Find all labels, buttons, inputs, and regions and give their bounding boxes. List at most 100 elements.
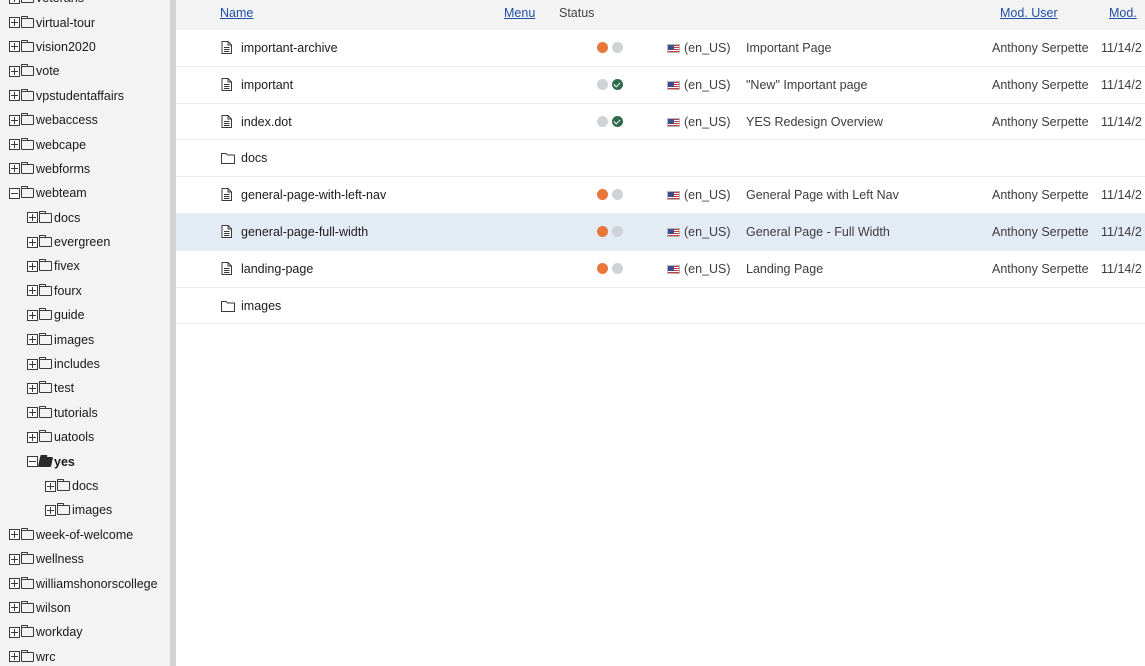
expand-icon[interactable] (9, 578, 20, 590)
tree-item[interactable]: fivex (0, 254, 170, 278)
row-mod-date: 11/14/2 (1101, 114, 1142, 129)
tree-item[interactable]: webteam (0, 181, 170, 205)
tree-item[interactable]: webaccess (0, 108, 170, 132)
status-indicators (597, 225, 623, 237)
row-name-link[interactable]: general-page-full-width (241, 225, 368, 239)
tree-item-label: webteam (36, 186, 87, 201)
expand-icon[interactable] (27, 407, 38, 419)
tree-item[interactable]: docs (0, 474, 170, 498)
table-row[interactable]: important (en_US) "New" Important page Anth… (176, 67, 1145, 104)
expand-icon[interactable] (27, 382, 38, 394)
expand-icon[interactable] (27, 431, 38, 443)
expand-icon[interactable] (9, 529, 20, 541)
tree-item[interactable]: uatools (0, 425, 170, 449)
table-row[interactable]: index.dot (en_US) YES Redesign Overview Ant… (176, 104, 1145, 141)
tree-item[interactable]: wellness (0, 547, 170, 571)
table-row[interactable]: docs (176, 140, 1145, 178)
tree-item[interactable]: images (0, 327, 170, 351)
tree-item[interactable]: week-of-welcome (0, 523, 170, 547)
row-language: (en_US) (684, 188, 731, 203)
folder-icon (21, 600, 34, 613)
tree-item-label: williamshonorscollege (36, 576, 158, 591)
row-name-link[interactable]: important-archive (241, 41, 338, 55)
row-name-link[interactable]: docs (241, 151, 267, 165)
table-row[interactable]: general-page-full-width (en_US) General Pa… (176, 213, 1145, 251)
table-row[interactable]: landing-page (en_US) Landing Page Anthony S… (176, 251, 1145, 288)
collapse-icon[interactable] (27, 456, 38, 468)
tree-item[interactable]: yes (0, 449, 170, 473)
tree-item[interactable]: tutorials (0, 401, 170, 425)
expand-icon[interactable] (45, 504, 56, 516)
row-name-link[interactable]: index.dot (241, 115, 292, 129)
list-header: Name Menu Status Mod. User Mod. (176, 0, 1145, 30)
expand-icon[interactable] (9, 651, 20, 663)
expand-icon[interactable] (27, 285, 38, 297)
tree-item[interactable]: test (0, 376, 170, 400)
expand-icon[interactable] (9, 626, 20, 638)
row-name-link[interactable]: landing-page (241, 262, 313, 276)
tree-item-label: evergreen (54, 235, 111, 250)
us-flag-icon (667, 80, 680, 90)
expand-icon[interactable] (27, 236, 38, 248)
tree-item[interactable]: docs (0, 206, 170, 230)
expand-icon[interactable] (9, 17, 20, 29)
folder-icon (39, 430, 52, 443)
tree-item[interactable]: vote (0, 59, 170, 83)
tree-item[interactable]: webforms (0, 157, 170, 181)
table-row[interactable]: important-archive (en_US) Important Page An… (176, 30, 1145, 67)
row-mod-user: Anthony Serpette (992, 77, 1089, 92)
expand-icon[interactable] (9, 0, 20, 4)
folder-icon (21, 0, 34, 4)
column-header-menu[interactable]: Menu (504, 6, 535, 20)
table-row[interactable]: general-page-with-left-nav (en_US) General… (176, 177, 1145, 214)
folder-icon (39, 235, 52, 248)
column-header-name[interactable]: Name (220, 6, 253, 20)
expand-icon[interactable] (9, 90, 20, 102)
tree-item[interactable]: virtual-tour (0, 10, 170, 34)
tree-item[interactable]: webcape (0, 132, 170, 156)
expand-icon[interactable] (9, 163, 20, 175)
tree-item[interactable]: vision2020 (0, 35, 170, 59)
expand-icon[interactable] (9, 553, 20, 565)
folder-icon (39, 332, 52, 345)
expand-icon[interactable] (27, 309, 38, 321)
column-header-mod-date[interactable]: Mod. (1109, 6, 1137, 20)
tree-item-label: docs (54, 210, 81, 225)
expand-icon[interactable] (45, 480, 56, 492)
tree-item[interactable]: guide (0, 303, 170, 327)
expand-icon[interactable] (27, 212, 38, 224)
row-name-link[interactable]: general-page-with-left-nav (241, 188, 386, 202)
table-row[interactable]: images (176, 288, 1145, 325)
tree-item[interactable]: fourx (0, 279, 170, 303)
tree-item[interactable]: includes (0, 352, 170, 376)
tree-item[interactable]: williamshonorscollege (0, 571, 170, 595)
tree-item-label: fivex (54, 259, 80, 274)
tree-item[interactable]: wilson (0, 596, 170, 620)
expand-icon[interactable] (27, 358, 38, 370)
tree-item[interactable]: wrc (0, 645, 170, 666)
expand-icon[interactable] (9, 139, 20, 151)
expand-icon[interactable] (27, 334, 38, 346)
expand-icon[interactable] (9, 114, 20, 126)
folder-tree-sidebar: veterans virtual-tour vision2020 vote vpstud… (0, 0, 170, 666)
inactive-status-dot (597, 78, 608, 90)
tree-item[interactable]: vpstudentaffairs (0, 84, 170, 108)
expand-icon[interactable] (9, 65, 20, 77)
row-name-link[interactable]: important (241, 78, 293, 92)
page-icon (221, 224, 232, 241)
collapse-icon[interactable] (9, 187, 20, 199)
tree-item-label: wrc (36, 649, 56, 664)
expand-icon[interactable] (27, 260, 38, 272)
tree-item[interactable]: veterans (0, 0, 170, 10)
tree-item[interactable]: images (0, 498, 170, 522)
tree-item[interactable]: evergreen (0, 230, 170, 254)
tree-item-label: tutorials (54, 405, 98, 420)
expand-icon[interactable] (9, 41, 20, 53)
row-name-link[interactable]: images (241, 299, 281, 313)
row-mod-date: 11/14/2 (1101, 77, 1142, 92)
tree-item[interactable]: workday (0, 620, 170, 644)
status-indicators (597, 115, 623, 127)
expand-icon[interactable] (9, 602, 20, 614)
column-header-mod-user[interactable]: Mod. User (1000, 6, 1058, 20)
tree-item-label: includes (54, 357, 100, 372)
